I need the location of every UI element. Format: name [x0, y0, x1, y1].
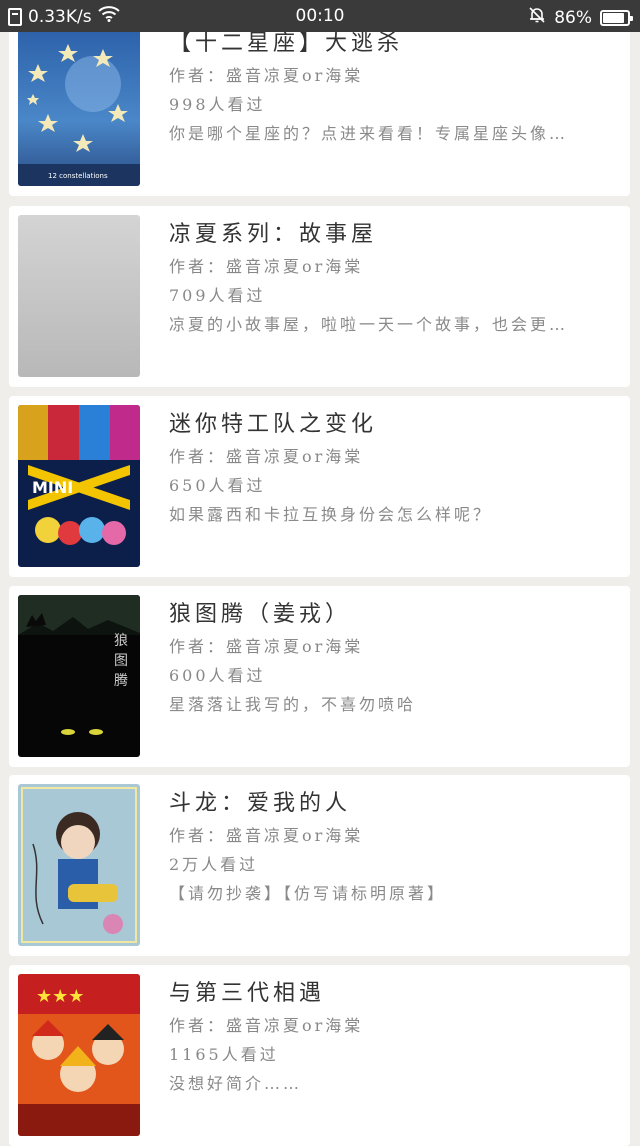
book-card[interactable]: 12 constellations 【十二星座】大逃杀 作者：盛音凉夏or海棠 …	[9, 15, 630, 196]
svg-text:★★★: ★★★	[36, 986, 84, 1007]
book-author: 作者：盛音凉夏or海棠	[169, 66, 364, 85]
book-title[interactable]: 与第三代相遇	[169, 977, 618, 1011]
svg-text:12 constellations: 12 constellations	[48, 172, 108, 180]
book-views: 600人看过	[169, 666, 266, 685]
mute-bell-icon	[528, 6, 546, 29]
book-views: 2万人看过	[169, 855, 259, 874]
wolf-totem-cover[interactable]: 狼 图 腾	[18, 595, 140, 757]
book-card[interactable]: 凉夏系列：故事屋 作者：盛音凉夏or海棠 709人看过 凉夏的小故事屋，啦啦一天…	[9, 206, 630, 387]
book-views: 998人看过	[169, 95, 266, 114]
book-card[interactable]: ★★★ 与第三代相遇 作者：盛音凉夏or海棠 1165人看过 没想好简介……	[9, 965, 630, 1146]
battery-icon	[600, 9, 633, 26]
book-card[interactable]: MINI 迷你特工队之变化 作者：盛音凉夏or海棠 650人看过 如果露西和卡拉…	[9, 396, 630, 577]
book-views: 650人看过	[169, 476, 266, 495]
book-card[interactable]: 狼 图 腾 狼图腾（姜戎） 作者：盛音凉夏or海棠 600人看过 星落落让我写的…	[9, 586, 630, 767]
book-views: 709人看过	[169, 286, 266, 305]
book-title[interactable]: 【十二星座】大逃杀	[169, 27, 618, 61]
book-author: 作者：盛音凉夏or海棠	[169, 447, 364, 466]
book-info: 狼图腾（姜戎） 作者：盛音凉夏or海棠 600人看过 星落落让我写的，不喜勿喷哈	[169, 598, 618, 720]
book-author: 作者：盛音凉夏or海棠	[169, 1016, 364, 1035]
svg-text:狼: 狼	[114, 633, 128, 649]
book-info: 【十二星座】大逃杀 作者：盛音凉夏or海棠 998人看过 你是哪个星座的？点进来…	[169, 27, 618, 149]
book-info: 斗龙：爱我的人 作者：盛音凉夏or海棠 2万人看过 【请勿抄袭】【仿写请标明原著…	[169, 787, 618, 909]
svg-text:图: 图	[114, 653, 128, 669]
book-views: 1165人看过	[169, 1045, 279, 1064]
book-description: 你是哪个星座的？点进来看看！专属星座头像…	[169, 124, 569, 143]
svg-text:MINI: MINI	[32, 478, 73, 497]
book-description: 没想好简介……	[169, 1074, 303, 1093]
mini-force-cover[interactable]: MINI	[18, 405, 140, 567]
book-title[interactable]: 迷你特工队之变化	[169, 408, 618, 442]
status-bar: 0.33K/s 00:10 86%	[0, 0, 640, 32]
anime-team-cover[interactable]: ★★★	[18, 974, 140, 1136]
book-description: 【请勿抄袭】【仿写请标明原著】	[169, 884, 447, 903]
book-info: 迷你特工队之变化 作者：盛音凉夏or海棠 650人看过 如果露西和卡拉互换身份会…	[169, 408, 618, 530]
book-card[interactable]: 斗龙：爱我的人 作者：盛音凉夏or海棠 2万人看过 【请勿抄袭】【仿写请标明原著…	[9, 775, 630, 956]
book-title[interactable]: 狼图腾（姜戎）	[169, 598, 618, 632]
book-description: 凉夏的小故事屋，啦啦一天一个故事，也会更…	[169, 315, 569, 334]
book-author: 作者：盛音凉夏or海棠	[169, 257, 364, 276]
book-author: 作者：盛音凉夏or海棠	[169, 637, 364, 656]
battery-fill	[603, 12, 624, 23]
book-author: 作者：盛音凉夏or海棠	[169, 826, 364, 845]
status-right: 86%	[528, 6, 633, 29]
dragon-warrior-cover[interactable]	[18, 784, 140, 946]
book-title[interactable]: 凉夏系列：故事屋	[169, 218, 618, 252]
blank-gray-cover[interactable]	[18, 215, 140, 377]
book-description: 星落落让我写的，不喜勿喷哈	[169, 695, 417, 714]
svg-text:腾: 腾	[114, 672, 128, 689]
battery-percent: 86%	[554, 7, 592, 28]
starry-constellation-cover[interactable]: 12 constellations	[18, 24, 140, 186]
book-title[interactable]: 斗龙：爱我的人	[169, 787, 618, 821]
book-info: 凉夏系列：故事屋 作者：盛音凉夏or海棠 709人看过 凉夏的小故事屋，啦啦一天…	[169, 218, 618, 340]
book-description: 如果露西和卡拉互换身份会怎么样呢？	[169, 505, 493, 524]
book-info: 与第三代相遇 作者：盛音凉夏or海棠 1165人看过 没想好简介……	[169, 977, 618, 1099]
